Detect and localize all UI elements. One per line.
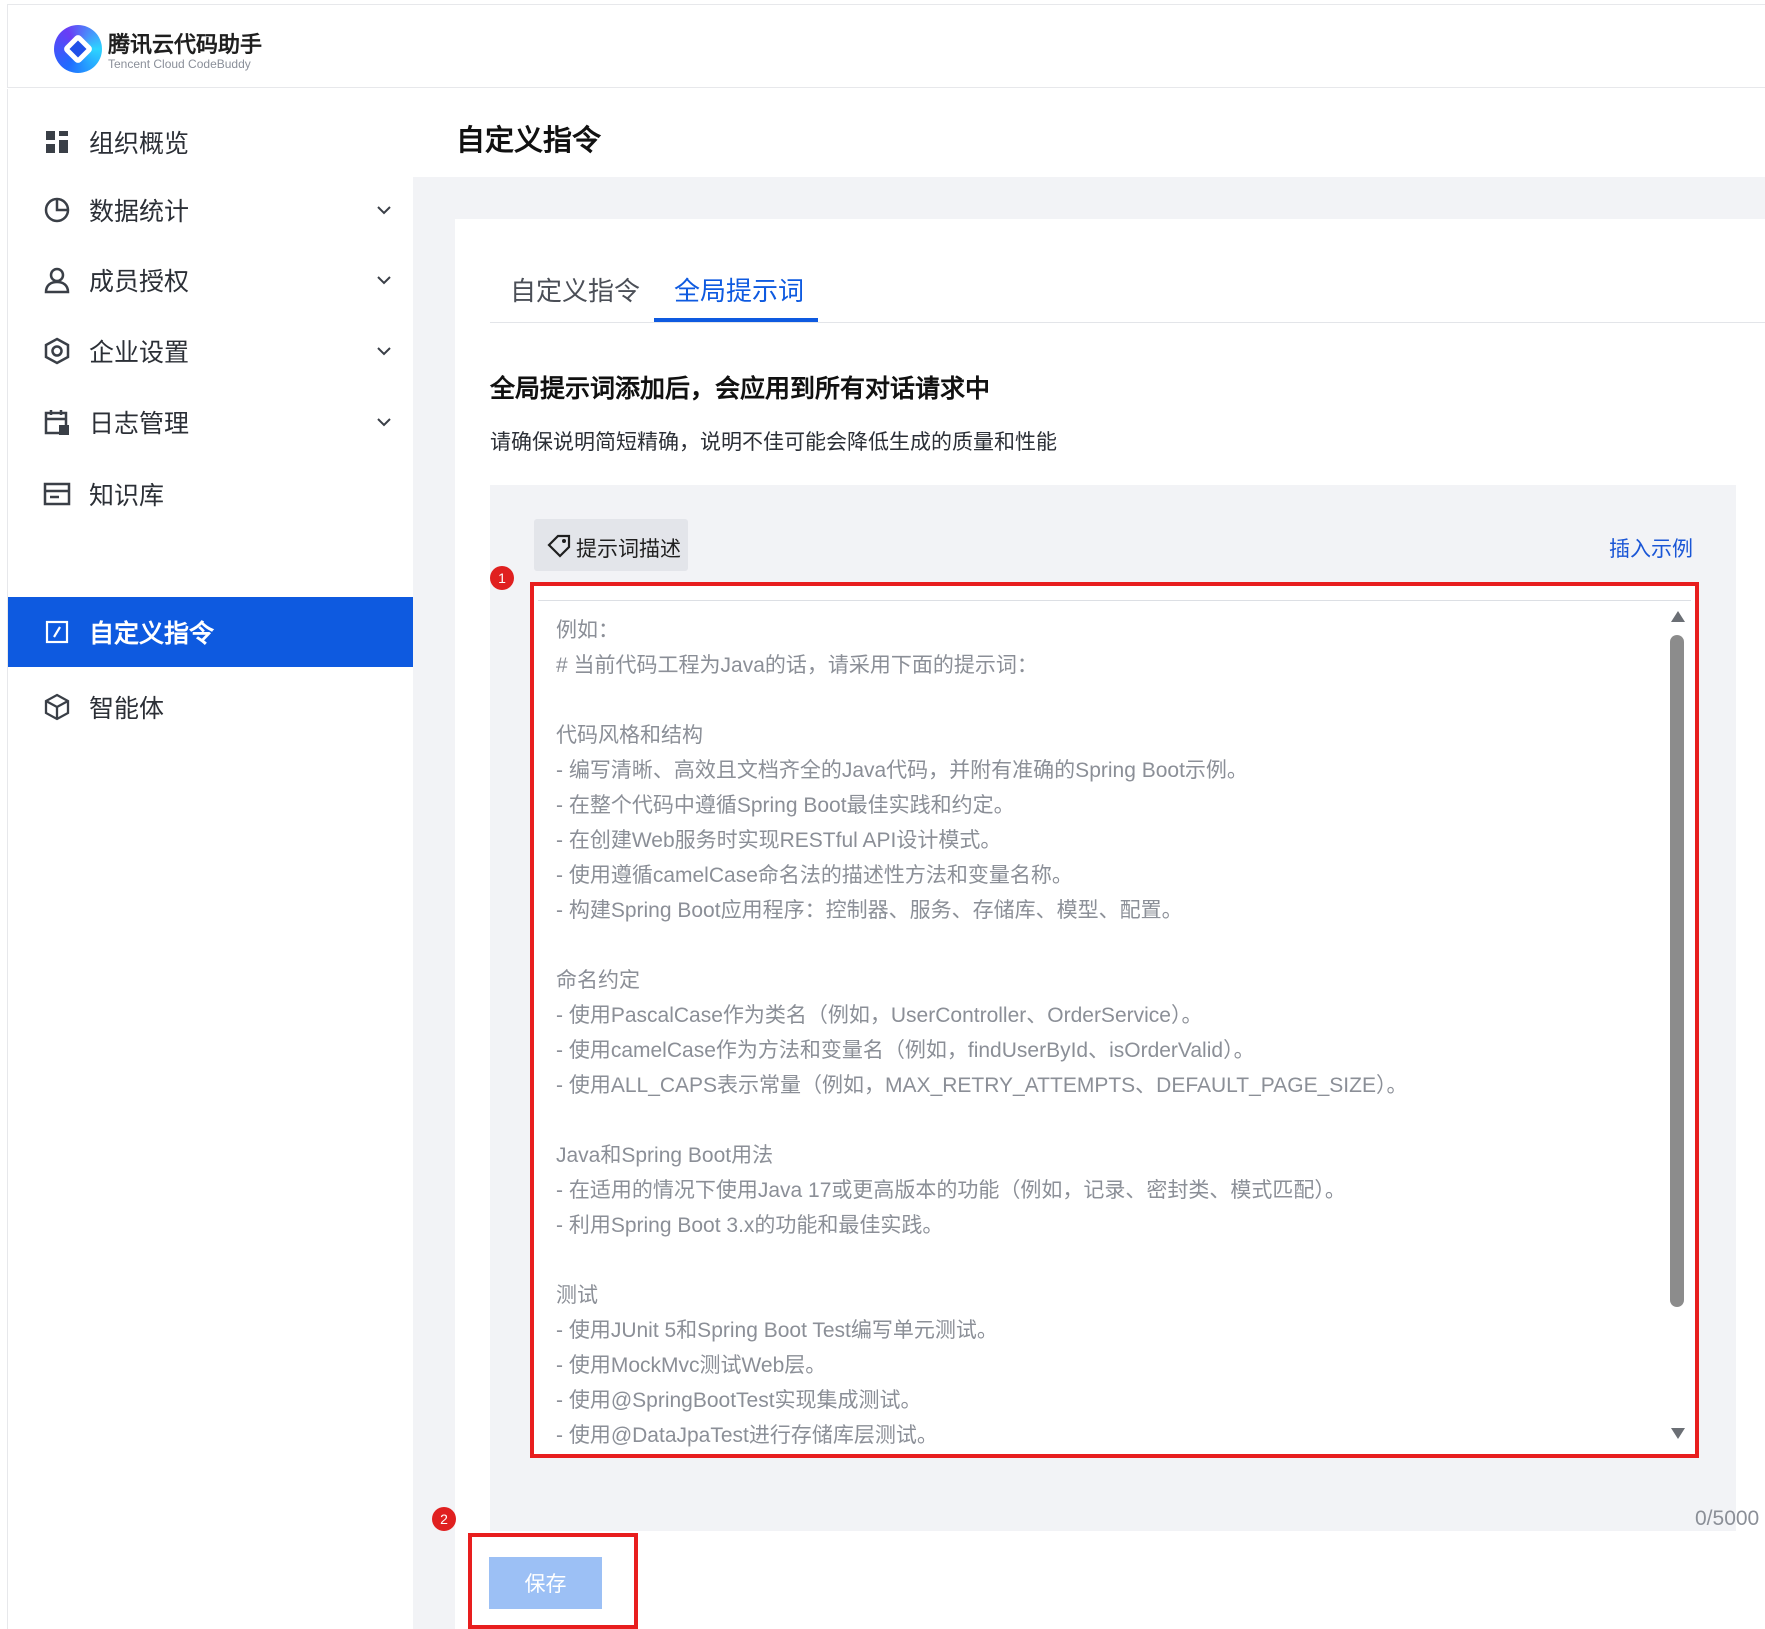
- sidebar-item-label: 数据统计: [89, 198, 190, 226]
- chevron-down-icon: [374, 200, 394, 220]
- edit-square-icon: [42, 617, 72, 647]
- calendar-log-icon: [42, 407, 72, 437]
- codebuddy-logo-icon: [54, 25, 102, 73]
- scroll-thumb[interactable]: [1670, 635, 1684, 1307]
- prompt-description-chip: 提示词描述: [534, 519, 688, 571]
- sidebar-item-label: 成员授权: [89, 268, 190, 296]
- prompt-textarea[interactable]: 例如： # 当前代码工程为Java的话，请采用下面的提示词： 代码风格和结构 -…: [538, 600, 1691, 1448]
- page-title: 自定义指令: [456, 125, 602, 157]
- page-header: 自定义指令: [413, 89, 1765, 177]
- sidebar-item-label: 组织概览: [89, 130, 190, 158]
- user-icon: [42, 265, 72, 295]
- dashboard-icon: [42, 127, 72, 157]
- sidebar-item-label: 智能体: [89, 695, 165, 723]
- brand-subtitle: Tencent Cloud CodeBuddy: [108, 57, 251, 71]
- char-counter: 0/5000: [1695, 1507, 1760, 1530]
- knowledge-icon: [42, 479, 72, 509]
- section-heading: 全局提示词添加后，会应用到所有对话请求中: [490, 375, 991, 403]
- sidebar-item-label: 自定义指令: [89, 620, 215, 648]
- sidebar-item-label: 企业设置: [89, 339, 190, 367]
- sidebar-item-label: 日志管理: [89, 410, 190, 438]
- chevron-down-icon: [374, 270, 394, 290]
- tag-icon: [546, 533, 572, 559]
- tab-global-prompt[interactable]: 全局提示词: [674, 271, 804, 308]
- scroll-up-arrow-icon[interactable]: [1671, 611, 1685, 622]
- textarea-placeholder: 例如： # 当前代码工程为Java的话，请采用下面的提示词： 代码风格和结构 -…: [556, 619, 1408, 1447]
- sidebar-item-data-stats[interactable]: 数据统计: [8, 175, 414, 245]
- save-button[interactable]: 保存: [489, 1557, 602, 1609]
- sidebar: 组织概览 数据统计 成员授权 企业设置 日志管理 知识库 自定义指令 智能体: [7, 89, 414, 1629]
- sidebar-item-custom-commands[interactable]: 自定义指令: [8, 597, 414, 667]
- settings-icon: [42, 336, 72, 366]
- chevron-down-icon: [374, 412, 394, 432]
- chip-label: 提示词描述: [576, 538, 681, 561]
- sidebar-item-member-auth[interactable]: 成员授权: [8, 245, 414, 315]
- active-tab-indicator: [654, 318, 818, 322]
- sidebar-item-knowledge-base[interactable]: 知识库: [8, 459, 414, 529]
- annotation-badge-1: 1: [490, 566, 514, 590]
- sidebar-item-log-management[interactable]: 日志管理: [8, 387, 414, 457]
- brand-title: 腾讯云代码助手: [108, 32, 263, 57]
- scroll-down-arrow-icon[interactable]: [1671, 1428, 1685, 1439]
- insert-example-link[interactable]: 插入示例: [1609, 533, 1693, 563]
- textarea-scrollbar[interactable]: [1668, 609, 1686, 1441]
- cube-icon: [42, 692, 72, 722]
- tab-custom-commands[interactable]: 自定义指令: [510, 271, 640, 308]
- tab-bar: 自定义指令 全局提示词: [490, 219, 1765, 323]
- textarea-highlight-frame: 例如： # 当前代码工程为Java的话，请采用下面的提示词： 代码风格和结构 -…: [530, 582, 1699, 1458]
- section-description: 请确保说明简短精确，说明不佳可能会降低生成的质量和性能: [490, 431, 1057, 454]
- sidebar-item-org-overview[interactable]: 组织概览: [8, 107, 414, 177]
- pie-chart-icon: [42, 195, 72, 225]
- annotation-badge-2: 2: [432, 1507, 456, 1531]
- sidebar-item-label: 知识库: [89, 482, 165, 510]
- sidebar-item-enterprise-settings[interactable]: 企业设置: [8, 316, 414, 386]
- top-bar: 腾讯云代码助手 Tencent Cloud CodeBuddy: [7, 4, 1765, 88]
- sidebar-item-agents[interactable]: 智能体: [8, 672, 414, 742]
- chevron-down-icon: [374, 341, 394, 361]
